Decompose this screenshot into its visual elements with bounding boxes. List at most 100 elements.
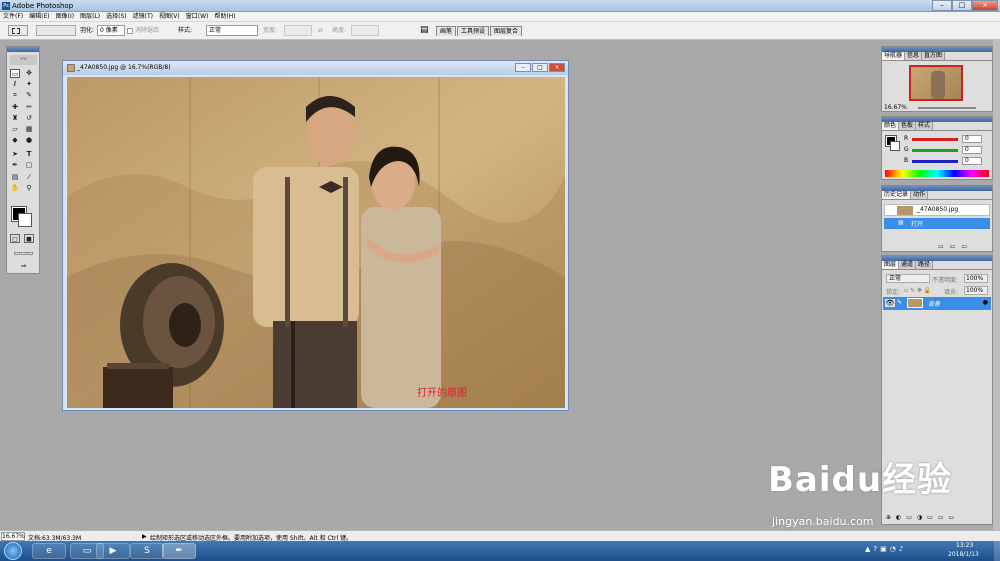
hand-tool-icon[interactable]: ✋ xyxy=(10,184,20,193)
shape-tool-icon[interactable]: ▢ xyxy=(24,161,34,170)
tab-brushes[interactable]: 画笔 xyxy=(436,26,457,36)
history-snapshot-row[interactable]: _47A0850.jpg xyxy=(884,204,990,216)
crop-tool-icon[interactable]: ⌗ xyxy=(10,91,20,100)
menu-select[interactable]: 选择(S) xyxy=(106,12,127,21)
menu-layer[interactable]: 图层(L) xyxy=(80,12,100,21)
workspace-scrollbar[interactable] xyxy=(993,40,1000,530)
antialias-checkbox[interactable] xyxy=(127,28,133,34)
tab-actions[interactable]: 动作 xyxy=(911,191,929,199)
zoom-tool-icon[interactable]: ⚲ xyxy=(24,184,34,193)
move-tool-icon[interactable]: ✥ xyxy=(24,69,34,78)
tab-navigator[interactable]: 导航器 xyxy=(882,52,906,60)
healing-brush-icon[interactable]: ✚ xyxy=(10,103,20,112)
b-slider[interactable] xyxy=(912,160,958,163)
blend-mode-select[interactable]: 正常 xyxy=(886,274,930,283)
layer-row-background[interactable]: 👁 ✎ 背景 ● xyxy=(883,297,991,310)
file-browser-icon[interactable]: ▤ xyxy=(420,26,429,35)
r-slider[interactable] xyxy=(912,138,958,141)
close-button[interactable]: × xyxy=(972,0,998,11)
navigator-zoom-value[interactable]: 16.67% xyxy=(884,104,907,111)
feather-logo-icon[interactable]: 〰 xyxy=(10,55,37,65)
tab-swatches[interactable]: 色板 xyxy=(899,122,917,130)
color-spectrum-bar[interactable] xyxy=(885,170,989,177)
tab-paths[interactable]: 路径 xyxy=(916,261,934,269)
history-step-row[interactable]: ▤ 打开 xyxy=(884,218,990,229)
eye-icon[interactable]: 👁 xyxy=(885,299,895,307)
slice-tool-icon[interactable]: ✎ xyxy=(24,91,34,100)
screen-mode-icon[interactable]: ▭▭▭ xyxy=(9,249,38,258)
tool-preset-picker[interactable] xyxy=(8,25,28,36)
eraser-tool-icon[interactable]: ▱ xyxy=(10,125,20,134)
doc-close-button[interactable]: × xyxy=(549,63,565,72)
tab-tool-presets[interactable]: 工具预设 xyxy=(457,26,490,36)
clock-time[interactable]: 13:23 xyxy=(956,542,973,549)
status-zoom[interactable]: 16.67% xyxy=(1,532,25,541)
status-arrow-icon[interactable]: ▶ xyxy=(142,533,147,540)
feather-input[interactable]: 0 像素 xyxy=(97,25,125,36)
g-value[interactable]: 0 xyxy=(962,146,982,154)
tab-layers[interactable]: 图层 xyxy=(882,261,900,269)
lasso-tool-icon[interactable]: ℓ xyxy=(10,80,20,89)
minimize-button[interactable]: – xyxy=(932,0,952,11)
tab-styles[interactable]: 样式 xyxy=(916,122,934,130)
selection-mode-buttons[interactable] xyxy=(36,25,76,36)
jump-to-imageready-icon[interactable]: ⇒ xyxy=(9,262,38,271)
height-input[interactable] xyxy=(351,25,379,36)
style-select[interactable]: 正常 xyxy=(206,25,258,36)
swap-icon[interactable]: ⇄ xyxy=(318,26,323,35)
eyedropper-icon[interactable]: ⁄ xyxy=(24,173,34,182)
pen-tool-icon[interactable]: ✒ xyxy=(10,161,20,170)
magic-wand-icon[interactable]: ✦ xyxy=(24,80,34,89)
navigator-thumbnail[interactable] xyxy=(909,65,963,101)
media-player-taskbar-icon[interactable]: ▶ xyxy=(96,543,130,559)
tab-info[interactable]: 信息 xyxy=(905,52,923,60)
width-input[interactable] xyxy=(284,25,312,36)
brush-tool-icon[interactable]: ✏ xyxy=(24,103,34,112)
menu-window[interactable]: 窗口(W) xyxy=(186,12,209,21)
document-title-bar[interactable]: _47A0850.jpg @ 16.7%(RGB/8) – □ × xyxy=(63,61,568,75)
maximize-button[interactable]: □ xyxy=(952,0,972,11)
tab-color[interactable]: 颜色 xyxy=(882,122,900,130)
menu-file[interactable]: 文件(F) xyxy=(3,12,23,21)
type-tool-icon[interactable]: T xyxy=(24,150,34,159)
blur-tool-icon[interactable]: ◆ xyxy=(10,136,20,145)
menu-help[interactable]: 帮助(H) xyxy=(214,12,235,21)
navigator-zoom-slider[interactable] xyxy=(918,107,976,109)
menu-filter[interactable]: 滤镜(T) xyxy=(133,12,153,21)
doc-maximize-button[interactable]: □ xyxy=(532,63,548,72)
lock-icons[interactable]: ▫ ✎ ✥ 🔒 xyxy=(904,287,931,294)
tab-layer-comps[interactable]: 图层复合 xyxy=(490,26,523,36)
menu-view[interactable]: 视图(V) xyxy=(159,12,180,21)
ie-taskbar-icon[interactable]: e xyxy=(32,543,66,559)
history-footer-buttons[interactable]: ▭▭▭ xyxy=(938,243,973,250)
standard-mode-icon[interactable]: ◻ xyxy=(10,234,20,243)
marquee-tool-icon[interactable]: ▭ xyxy=(10,69,20,78)
layers-footer-buttons[interactable]: ⊕◐▭◑▭▭▭ xyxy=(886,514,959,521)
clone-stamp-icon[interactable]: ♜ xyxy=(10,114,20,123)
quickmask-mode-icon[interactable]: ◼ xyxy=(24,234,34,243)
dodge-tool-icon[interactable]: ● xyxy=(24,136,34,145)
gradient-tool-icon[interactable]: ▦ xyxy=(24,125,34,134)
show-desktop-button[interactable] xyxy=(994,541,1000,561)
sogou-taskbar-icon[interactable]: S xyxy=(130,543,164,559)
menu-edit[interactable]: 编辑(E) xyxy=(29,12,49,21)
color-bg-swatch[interactable] xyxy=(890,141,900,151)
start-button-icon[interactable] xyxy=(4,542,22,560)
tab-history[interactable]: 历史记录 xyxy=(882,191,912,199)
document-canvas-photo[interactable]: 打开的原图 xyxy=(67,77,565,408)
history-brush-icon[interactable]: ↺ xyxy=(24,114,34,123)
clock-date[interactable]: 2018/1/13 xyxy=(948,551,979,558)
tab-channels[interactable]: 通道 xyxy=(899,261,917,269)
background-color-swatch[interactable] xyxy=(18,213,32,227)
notes-tool-icon[interactable]: ▤ xyxy=(10,173,20,182)
fill-input[interactable]: 100% xyxy=(964,286,988,295)
path-selection-icon[interactable]: ➤ xyxy=(10,150,20,159)
photoshop-taskbar-icon[interactable]: ✒ xyxy=(162,543,196,559)
toolbox-header[interactable] xyxy=(7,47,39,52)
b-value[interactable]: 0 xyxy=(962,157,982,165)
doc-minimize-button[interactable]: – xyxy=(515,63,531,72)
tab-histogram[interactable]: 直方图 xyxy=(922,52,946,60)
menu-image[interactable]: 图像(I) xyxy=(56,12,74,21)
r-value[interactable]: 0 xyxy=(962,135,982,143)
opacity-input[interactable]: 100% xyxy=(964,274,988,283)
